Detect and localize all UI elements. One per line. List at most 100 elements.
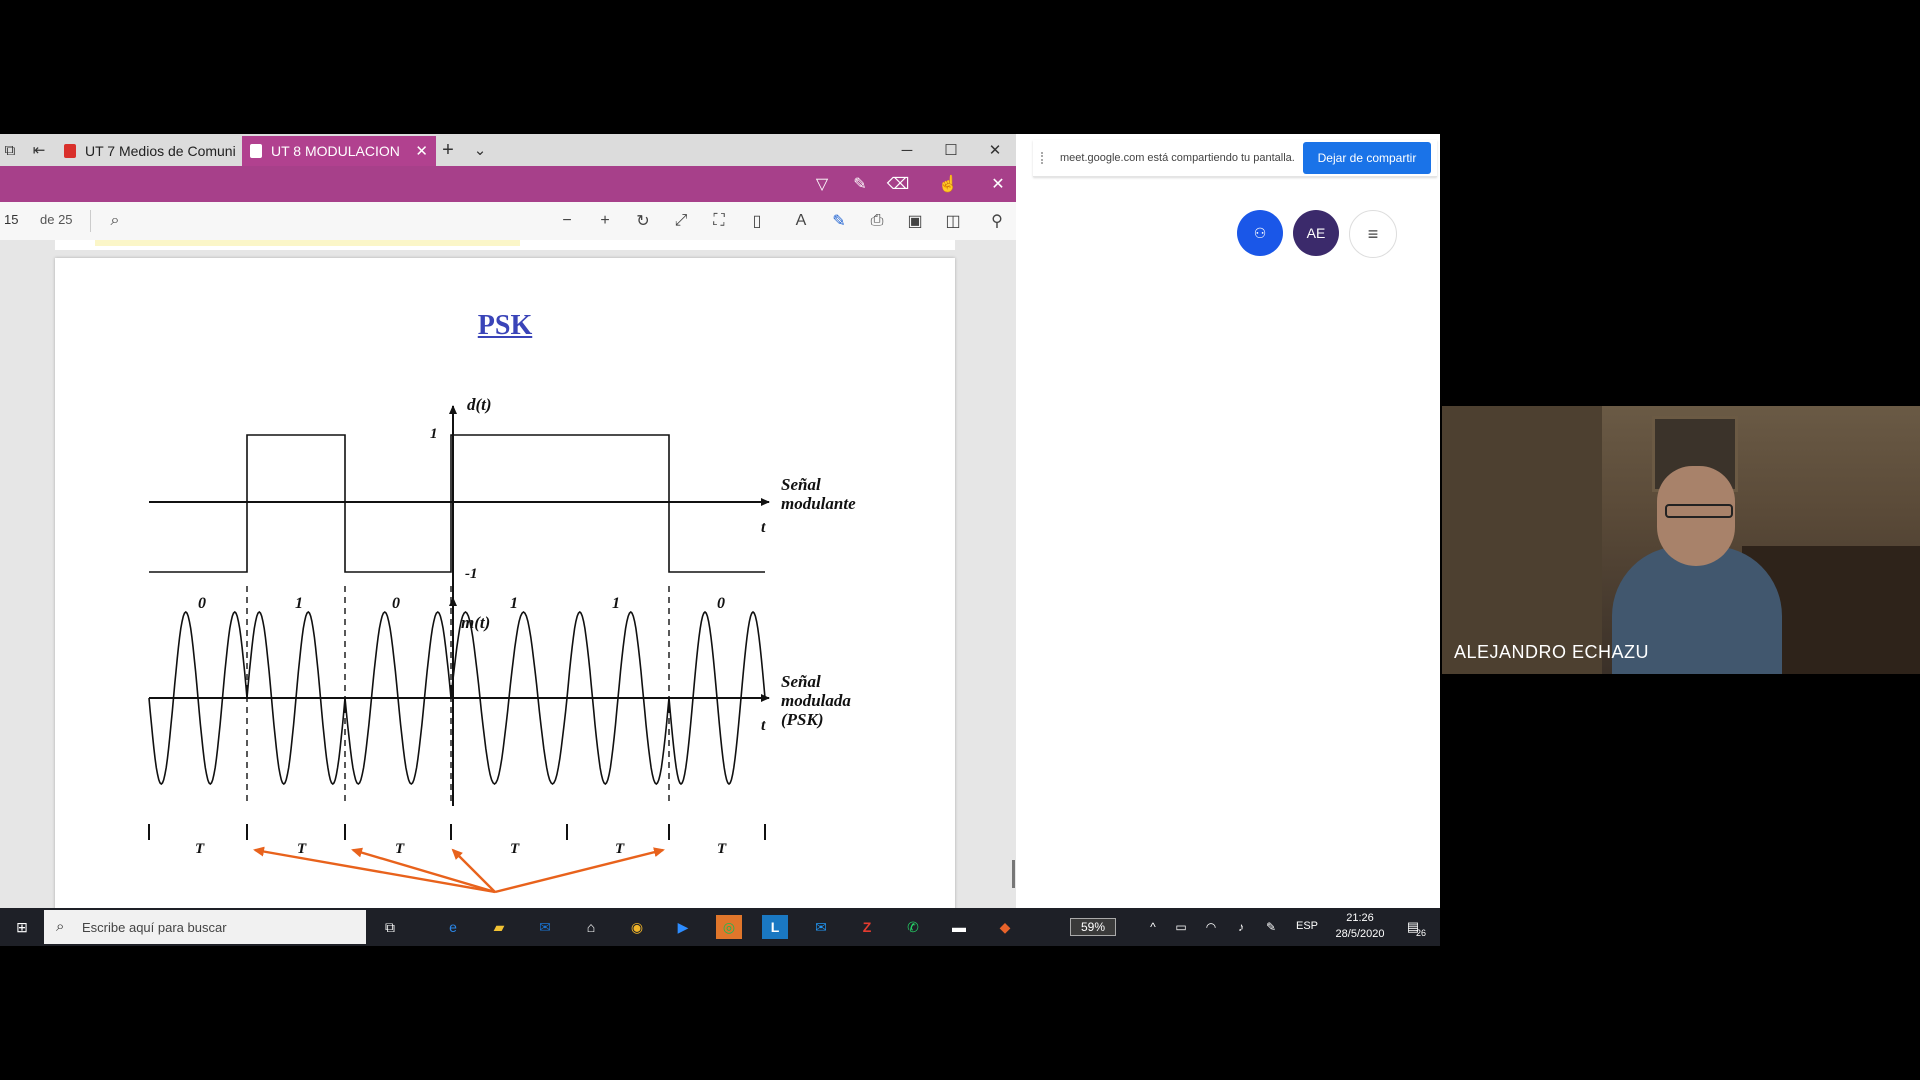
- windows-start-icon[interactable]: ⊞: [9, 915, 35, 939]
- chrome-icon[interactable]: ◉: [624, 915, 650, 939]
- new-tab-button[interactable]: +: [432, 134, 464, 166]
- glasses: [1665, 504, 1733, 518]
- pin-icon[interactable]: ⚲: [986, 210, 1008, 232]
- menu-icon[interactable]: ≡: [1349, 210, 1397, 258]
- app-icon[interactable]: ⌂: [578, 915, 604, 939]
- touch-write-icon[interactable]: ☝: [936, 172, 960, 196]
- zoom-in-icon[interactable]: +: [594, 210, 616, 232]
- taskbar: ⊞ ⌕ Escribe aquí para buscar ⧉ e ▰ ✉ ⌂ ◉…: [0, 908, 1440, 946]
- paint-icon[interactable]: ◆: [992, 915, 1018, 939]
- period-label: T: [297, 841, 307, 857]
- notification-count: 26: [1416, 928, 1427, 938]
- bit-label: 0: [717, 595, 725, 612]
- avatar[interactable]: AE: [1293, 210, 1339, 256]
- clock-date[interactable]: 28/5/2020: [1330, 928, 1390, 940]
- save-icon[interactable]: ▣: [904, 210, 926, 232]
- scrollbar[interactable]: [1012, 860, 1015, 888]
- volume-icon[interactable]: ♪: [1228, 915, 1254, 939]
- divider: [90, 210, 91, 232]
- bit-label: 0: [198, 595, 206, 612]
- drag-handle-icon[interactable]: [1041, 152, 1047, 164]
- set-aside-tabs-icon[interactable]: ⇤: [26, 134, 52, 166]
- page-number-input[interactable]: 15: [4, 212, 26, 227]
- level-high-label: 1: [430, 426, 438, 442]
- modulated-label: Señal: [781, 672, 821, 691]
- period-label: T: [717, 841, 727, 857]
- rotate-icon[interactable]: ↻: [632, 210, 654, 232]
- time-label-bottom: t: [761, 717, 766, 734]
- bit-label: 1: [612, 595, 620, 612]
- pdf-file-icon: [64, 144, 76, 158]
- search-icon: ⌕: [56, 918, 65, 935]
- bit-label: 1: [295, 595, 303, 612]
- zoom-icon[interactable]: ▶: [670, 915, 696, 939]
- battery-indicator[interactable]: 59%: [1070, 918, 1116, 936]
- close-tab-icon[interactable]: ✕: [415, 142, 428, 160]
- whatsapp-icon[interactable]: ✆: [900, 915, 926, 939]
- chevron-up-icon[interactable]: ^: [1140, 915, 1166, 939]
- tab-ut7[interactable]: UT 7 Medios de Comuni: [56, 136, 250, 166]
- save-as-icon[interactable]: ◫: [942, 210, 964, 232]
- level-low-label: -1: [465, 566, 478, 582]
- share-notice-text: meet.google.com está compartiendo tu pan…: [1060, 152, 1295, 164]
- search-placeholder: Escribe aquí para buscar: [82, 920, 227, 935]
- task-view-icon[interactable]: ⧉: [377, 915, 403, 939]
- fit-width-icon[interactable]: ⛶: [708, 210, 730, 232]
- search-box[interactable]: ⌕ Escribe aquí para buscar: [44, 910, 366, 944]
- previous-page-bottom: [55, 240, 955, 250]
- tab-label: UT 8 MODULACION: [271, 143, 400, 159]
- language-indicator[interactable]: ESP: [1296, 920, 1318, 932]
- video-background: [1442, 406, 1602, 674]
- wifi-icon[interactable]: ◠: [1198, 915, 1224, 939]
- period-label: T: [395, 841, 405, 857]
- terminal-icon[interactable]: ▬: [946, 915, 972, 939]
- clock-time[interactable]: 21:26: [1330, 912, 1390, 924]
- tab-actions-icon[interactable]: ⧉: [0, 134, 20, 166]
- bottom-axis-label: m(t): [461, 613, 490, 632]
- close-ink-icon[interactable]: ✕: [986, 172, 1010, 196]
- participant-video[interactable]: ALEJANDRO ECHAZU: [1442, 406, 1920, 674]
- maximize-button[interactable]: ☐: [928, 134, 974, 166]
- top-axis-label: d(t): [467, 395, 492, 414]
- browser-tab-strip: ⧉ ⇤ UT 7 Medios de Comuni UT 8 MODULACIO…: [0, 134, 1016, 166]
- pdf-file-icon: [250, 144, 262, 158]
- time-label-top: t: [761, 519, 766, 536]
- pdf-toolbar: 15 de 25 ⌕ − + ↻ ⤢ ⛶ ▯ A ✎ ⎙ ▣ ◫ ⚲: [0, 202, 1016, 241]
- draw-icon[interactable]: ✎: [828, 210, 850, 232]
- read-aloud-icon[interactable]: A: [790, 210, 812, 232]
- draw-pen-icon[interactable]: ▽: [810, 172, 834, 196]
- pdf-viewport[interactable]: PSK d(t) 1 -1 t m(t) t 0 1 0 1 1 0 T T T T T T Señal modula…: [0, 240, 1016, 946]
- device-icon[interactable]: ▭: [1168, 915, 1194, 939]
- bit-label: 1: [510, 595, 518, 612]
- participant-name: ALEJANDRO ECHAZU: [1454, 642, 1650, 662]
- zoom-out-icon[interactable]: −: [556, 210, 578, 232]
- pdf-page: PSK d(t) 1 -1 t m(t) t 0 1 0 1 1 0 T T T T T T Señal modula…: [55, 258, 955, 946]
- modulating-label: modulante: [781, 494, 856, 513]
- tab-label: UT 7 Medios de Comuni: [85, 143, 236, 159]
- highlighter-icon[interactable]: ✎: [848, 172, 872, 196]
- edge-icon[interactable]: e: [440, 915, 466, 939]
- filezilla-icon[interactable]: Z: [854, 915, 880, 939]
- shared-screen: ⧉ ⇤ UT 7 Medios de Comuni UT 8 MODULACIO…: [0, 134, 1440, 946]
- pen-icon[interactable]: ✎: [1258, 915, 1284, 939]
- tab-menu-button[interactable]: ⌄: [464, 134, 496, 166]
- search-icon[interactable]: ⌕: [104, 210, 126, 232]
- eraser-icon[interactable]: ⌫: [886, 172, 910, 196]
- close-window-button[interactable]: ✕: [972, 134, 1018, 166]
- period-label: T: [510, 841, 520, 857]
- minimize-button[interactable]: ─: [884, 134, 930, 166]
- file-explorer-icon[interactable]: ▰: [486, 915, 512, 939]
- spotify-icon[interactable]: ◎: [716, 915, 742, 939]
- phase-jump-arrow: [494, 847, 665, 894]
- page-view-icon[interactable]: ▯: [746, 210, 768, 232]
- print-icon[interactable]: ⎙: [866, 210, 888, 232]
- mail-icon[interactable]: ✉: [808, 915, 834, 939]
- l-app-icon[interactable]: L: [762, 915, 788, 939]
- person-icon[interactable]: ⚇: [1237, 210, 1283, 256]
- share-notice-bar: meet.google.com está compartiendo tu pan…: [1033, 140, 1437, 177]
- fit-page-icon[interactable]: ⤢: [670, 210, 692, 232]
- stop-sharing-button[interactable]: Dejar de compartir: [1303, 142, 1431, 174]
- ink-toolbar: ▽ ✎ ⌫ ☝ ✕: [0, 166, 1016, 202]
- outlook-icon[interactable]: ✉: [532, 915, 558, 939]
- tab-ut8[interactable]: UT 8 MODULACION ✕: [242, 136, 436, 166]
